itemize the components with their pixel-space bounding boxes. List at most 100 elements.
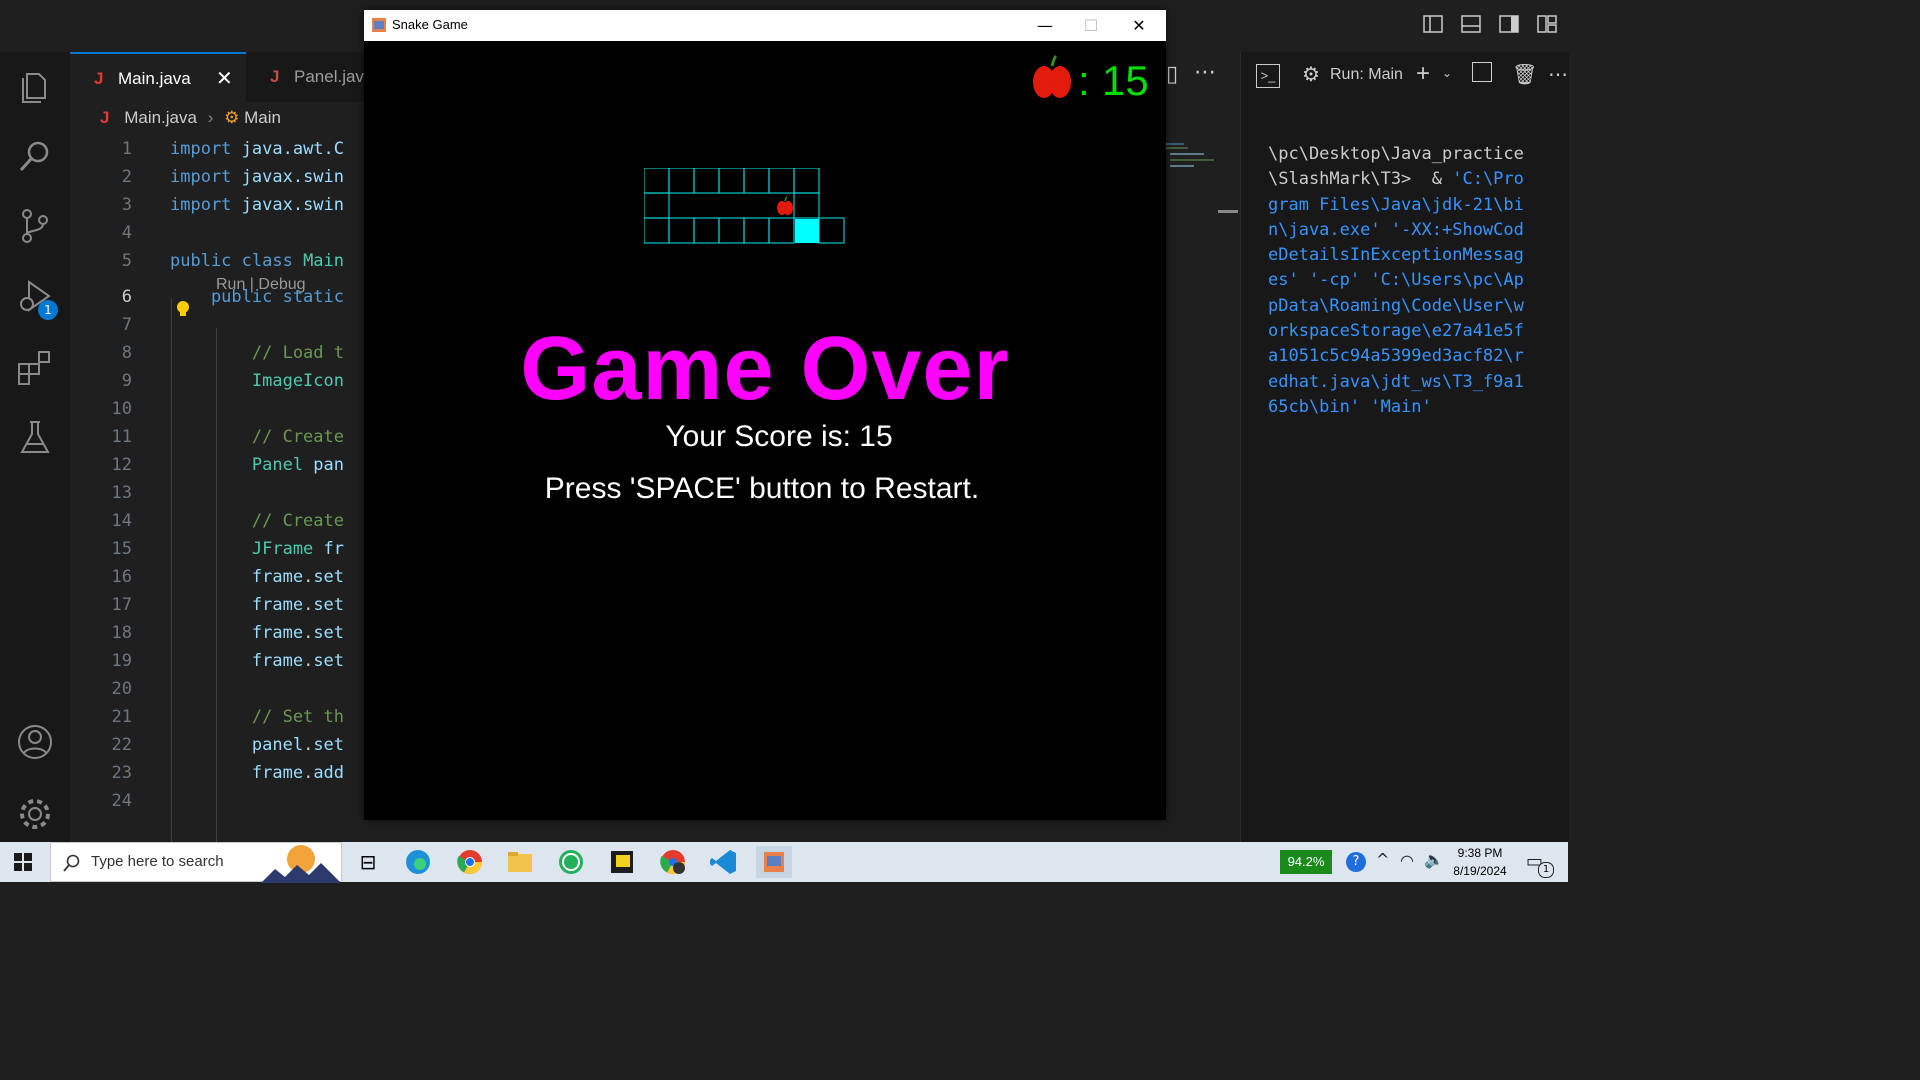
accounts-icon[interactable] [15, 722, 55, 762]
code-line[interactable]: 22 panel.set [70, 731, 370, 759]
toggle-secondary-sidebar-icon[interactable] [1499, 14, 1519, 34]
code-line[interactable]: 14 // Create [70, 507, 370, 535]
code-line[interactable]: 5 public class Main [70, 247, 370, 275]
code-line[interactable]: 18 frame.set [70, 619, 370, 647]
line-number: 5 [121, 251, 132, 271]
code-text: // Create [170, 423, 344, 451]
code-line[interactable]: 7 [70, 311, 370, 339]
code-line[interactable]: 23 frame.add [70, 759, 370, 787]
code-text: JFrame fr [170, 535, 344, 563]
explorer-icon[interactable] [15, 66, 55, 106]
code-token: // Set th [170, 707, 344, 727]
source-control-icon[interactable] [15, 206, 55, 246]
snake-game-window[interactable]: Snake Game — ☐ ✕ : 15 Game Over Your Sco… [364, 10, 1166, 820]
code-text: frame.set [170, 619, 344, 647]
code-line[interactable]: 4 [70, 219, 370, 247]
tab-main-java[interactable]: J Main.java ✕ [70, 52, 246, 102]
windows-start-icon[interactable] [14, 853, 32, 871]
chrome-profile-icon[interactable] [655, 846, 691, 878]
activity-bar: 1 [0, 52, 70, 842]
code-line[interactable]: 11 // Create [70, 423, 370, 451]
java-app-taskbar-icon[interactable] [756, 846, 792, 878]
code-line[interactable]: 16 frame.set [70, 563, 370, 591]
close-button[interactable]: ✕ [1116, 10, 1162, 41]
chrome-icon[interactable] [452, 846, 488, 878]
close-icon[interactable]: ✕ [216, 54, 233, 104]
code-token: pan [313, 455, 345, 475]
line-number: 11 [111, 427, 132, 447]
score-value: 15 [1102, 57, 1149, 104]
sticky-notes-icon[interactable] [604, 846, 640, 878]
whatsapp-icon[interactable] [553, 846, 589, 878]
chevron-up-icon[interactable]: ^ [1376, 850, 1389, 869]
extensions-icon[interactable] [15, 348, 55, 388]
split-terminal-icon[interactable] [1472, 62, 1492, 82]
system-clock[interactable]: 9:38 PM 8/19/2024 [1444, 844, 1516, 880]
code-line[interactable]: 24 [70, 787, 370, 815]
code-line[interactable]: 10 [70, 395, 370, 423]
trash-icon[interactable]: 🗑 [1512, 62, 1537, 87]
customize-layout-icon[interactable] [1537, 14, 1557, 34]
more-actions-icon[interactable]: ⋯ [1194, 60, 1216, 85]
terminal-icon[interactable]: >_ [1256, 64, 1280, 88]
wifi-icon[interactable]: ◠ [1400, 851, 1414, 870]
code-token: frame [170, 763, 304, 783]
add-terminal-icon[interactable]: + [1416, 60, 1430, 88]
java-file-icon: J [270, 67, 280, 86]
vscode-icon[interactable] [706, 846, 742, 878]
code-line[interactable]: 13 [70, 479, 370, 507]
edge-browser-icon[interactable] [400, 846, 436, 878]
code-line[interactable]: 19 frame.set [70, 647, 370, 675]
breadcrumb-symbol[interactable]: Main [244, 108, 281, 127]
tab-label: Main.java [118, 69, 191, 88]
code-token: import [170, 139, 242, 159]
code-line[interactable]: 12 Panel pan [70, 451, 370, 479]
minimize-button[interactable]: — [1022, 10, 1068, 41]
more-actions-icon[interactable]: ⋯ [1548, 62, 1568, 87]
code-line[interactable]: 20 [70, 675, 370, 703]
code-line[interactable]: 15 JFrame fr [70, 535, 370, 563]
search-highlight-image [261, 845, 341, 883]
task-view-icon[interactable]: ⊟ [350, 846, 386, 878]
code-text: frame.add [170, 759, 344, 787]
split-editor-icon[interactable]: ▯ [1166, 62, 1178, 87]
line-number: 8 [121, 343, 132, 363]
terminal-title[interactable]: Run: Main [1330, 66, 1403, 84]
code-token: set [313, 651, 345, 671]
code-token: // Load t [170, 343, 344, 363]
code-line[interactable]: 9 ImageIcon [70, 367, 370, 395]
line-number: 14 [111, 511, 132, 531]
minimap[interactable] [1164, 140, 1224, 180]
lightbulb-icon[interactable] [176, 300, 190, 318]
maximize-button[interactable]: ☐ [1068, 10, 1114, 41]
toggle-panel-icon[interactable] [1461, 14, 1481, 34]
code-line[interactable]: 17 frame.set [70, 591, 370, 619]
breadcrumb-file[interactable]: Main.java [124, 108, 197, 127]
code-token: set [313, 595, 345, 615]
code-line[interactable]: 1 import java.awt.C [70, 135, 370, 163]
score-colon: : [1078, 57, 1090, 104]
codelens-run-debug[interactable]: Run | Debug [216, 276, 306, 294]
windows-taskbar: Type here to search ⊟ 94.2% ? ^ ◠ 🔈 9:38… [0, 842, 1568, 883]
battery-indicator[interactable]: 94.2% [1280, 850, 1332, 874]
window-title-bar[interactable]: Snake Game — ☐ ✕ [364, 10, 1166, 41]
code-text: public class Main [170, 247, 344, 275]
scrollbar-thumb[interactable] [1218, 210, 1238, 213]
code-line[interactable]: 2 import javax.swin [70, 163, 370, 191]
code-line[interactable]: 3 import javax.swin [70, 191, 370, 219]
terminal-output[interactable]: \pc\Desktop\Java_practice\SlashMark\T3> … [1268, 142, 1530, 420]
taskbar-search-box[interactable]: Type here to search [50, 842, 342, 883]
chevron-down-icon[interactable]: ⌄ [1442, 66, 1452, 80]
apple-icon [1033, 54, 1071, 98]
code-line[interactable]: 8 // Load t [70, 339, 370, 367]
settings-gear-icon[interactable] [15, 794, 55, 834]
code-line[interactable]: 21 // Set th [70, 703, 370, 731]
line-number: 3 [121, 195, 132, 215]
volume-icon[interactable]: 🔈 [1424, 850, 1444, 869]
search-icon[interactable] [15, 136, 55, 176]
testing-icon[interactable] [15, 418, 55, 458]
help-icon[interactable]: ? [1346, 852, 1366, 872]
toggle-primary-sidebar-icon[interactable] [1423, 14, 1443, 34]
file-explorer-icon[interactable] [502, 846, 538, 878]
tab-panel-java[interactable]: J Panel.jav [246, 52, 376, 102]
